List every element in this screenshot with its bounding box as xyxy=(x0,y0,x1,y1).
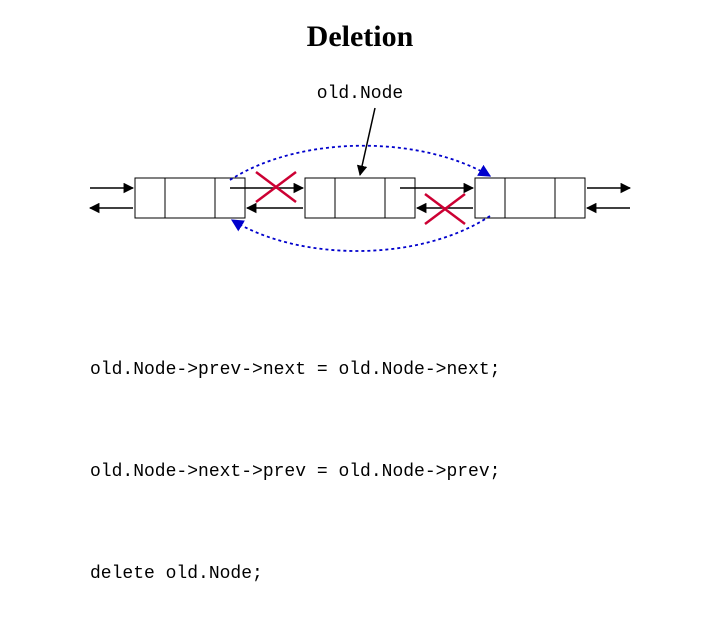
node-c xyxy=(475,178,585,218)
code-line-3: delete old.Node; xyxy=(90,557,500,591)
cross-out-a-next xyxy=(256,172,296,202)
cross-out-c-prev xyxy=(425,194,465,224)
oldnode-pointer-line xyxy=(360,108,375,175)
node-b-oldnode xyxy=(305,178,415,218)
bypass-prev-arrow xyxy=(232,216,490,251)
code-block: old.Node->prev->next = old.Node->next; o… xyxy=(90,285,500,625)
node-a xyxy=(135,178,245,218)
code-line-2: old.Node->next->prev = old.Node->prev; xyxy=(90,455,500,489)
code-line-1: old.Node->prev->next = old.Node->next; xyxy=(90,353,500,387)
